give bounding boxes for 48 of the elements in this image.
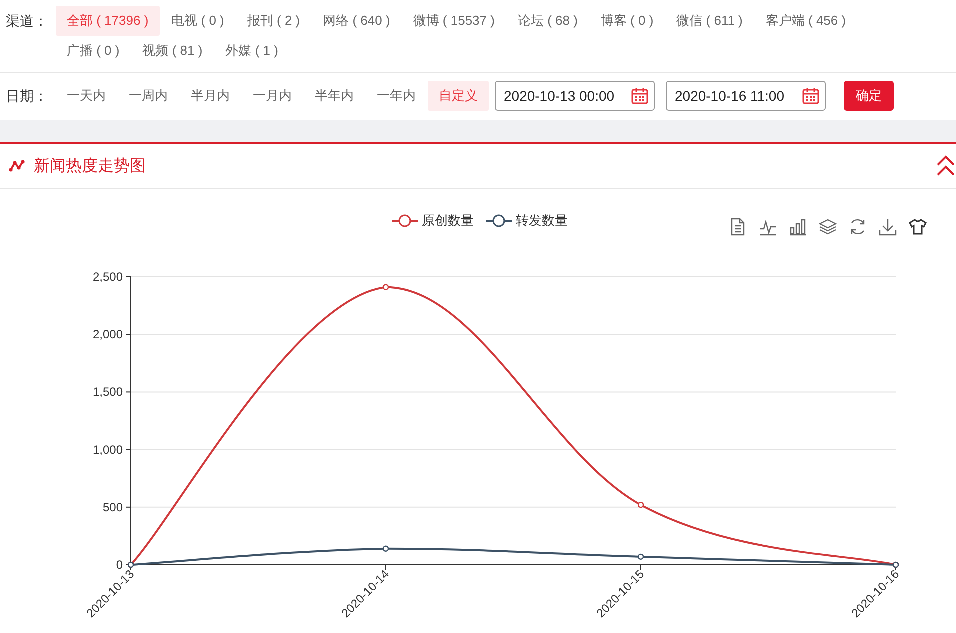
calendar-icon xyxy=(802,87,820,105)
y-tick-label: 500 xyxy=(102,500,123,514)
line-chart-icon[interactable] xyxy=(759,218,777,236)
bar-chart-icon[interactable] xyxy=(789,218,807,236)
collapse-icon[interactable] xyxy=(936,155,956,177)
channel-label: 渠道： xyxy=(6,12,49,31)
calendar-icon xyxy=(631,87,649,105)
data-point xyxy=(382,284,390,290)
line-chart-icon xyxy=(9,160,25,172)
y-tick-label: 2,500 xyxy=(92,270,123,284)
confirm-button[interactable]: 确定 xyxy=(844,81,894,111)
data-point xyxy=(382,546,390,552)
data-point xyxy=(638,502,644,508)
date-range-option[interactable]: 半月内 xyxy=(180,81,241,111)
data-point xyxy=(638,554,644,560)
date-range-option[interactable]: 一周内 xyxy=(118,81,179,111)
date-range-option[interactable]: 一月内 xyxy=(242,81,303,111)
download-icon[interactable] xyxy=(879,218,897,236)
y-tick-label: 2,000 xyxy=(92,328,123,342)
channel-option[interactable]: 电视 ( 0 ) xyxy=(160,6,236,36)
channel-option[interactable]: 微信 ( 611 ) xyxy=(666,6,754,36)
channel-option[interactable]: 报刊 ( 2 ) xyxy=(236,6,312,36)
date-range-option[interactable]: 半年内 xyxy=(304,81,365,111)
date-label: 日期： xyxy=(6,87,49,106)
end-date-field[interactable]: 2020-10-16 11:00 xyxy=(666,81,826,111)
channel-option[interactable]: 广播 ( 0 ) xyxy=(56,36,131,66)
panel-title: 新闻热度走势图 xyxy=(34,156,147,176)
refresh-icon[interactable] xyxy=(849,218,867,236)
channel-option[interactable]: 外媒 ( 1 ) xyxy=(214,36,290,66)
date-range-option[interactable]: 一天内 xyxy=(56,81,117,111)
y-tick-label: 0 xyxy=(116,558,123,572)
stack-icon[interactable] xyxy=(819,218,837,236)
channel-option[interactable]: 客户端 ( 456 ) xyxy=(754,6,858,36)
y-tick-label: 1,000 xyxy=(92,442,123,457)
channel-option[interactable]: 博客 ( 0 ) xyxy=(590,6,665,36)
channel-option[interactable]: 论坛 ( 68 ) xyxy=(506,6,589,36)
shirt-icon[interactable] xyxy=(909,218,927,236)
date-range-option[interactable]: 一年内 xyxy=(366,81,427,111)
channel-option[interactable]: 微博 ( 15537 ) xyxy=(402,6,506,36)
channel-option[interactable]: 网络 ( 640 ) xyxy=(312,6,402,36)
y-tick-label: 1,500 xyxy=(92,385,123,400)
channel-option[interactable]: 视频 ( 81 ) xyxy=(132,36,214,66)
legend-label: 原创数量 xyxy=(422,212,474,230)
date-range-option[interactable]: 自定义 xyxy=(428,81,489,111)
legend-label: 转发数量 xyxy=(516,212,568,230)
data-view-icon[interactable] xyxy=(729,218,747,236)
channel-option[interactable]: 全部 ( 17396 ) xyxy=(56,6,160,36)
start-date-field[interactable]: 2020-10-13 00:00 xyxy=(495,81,655,111)
